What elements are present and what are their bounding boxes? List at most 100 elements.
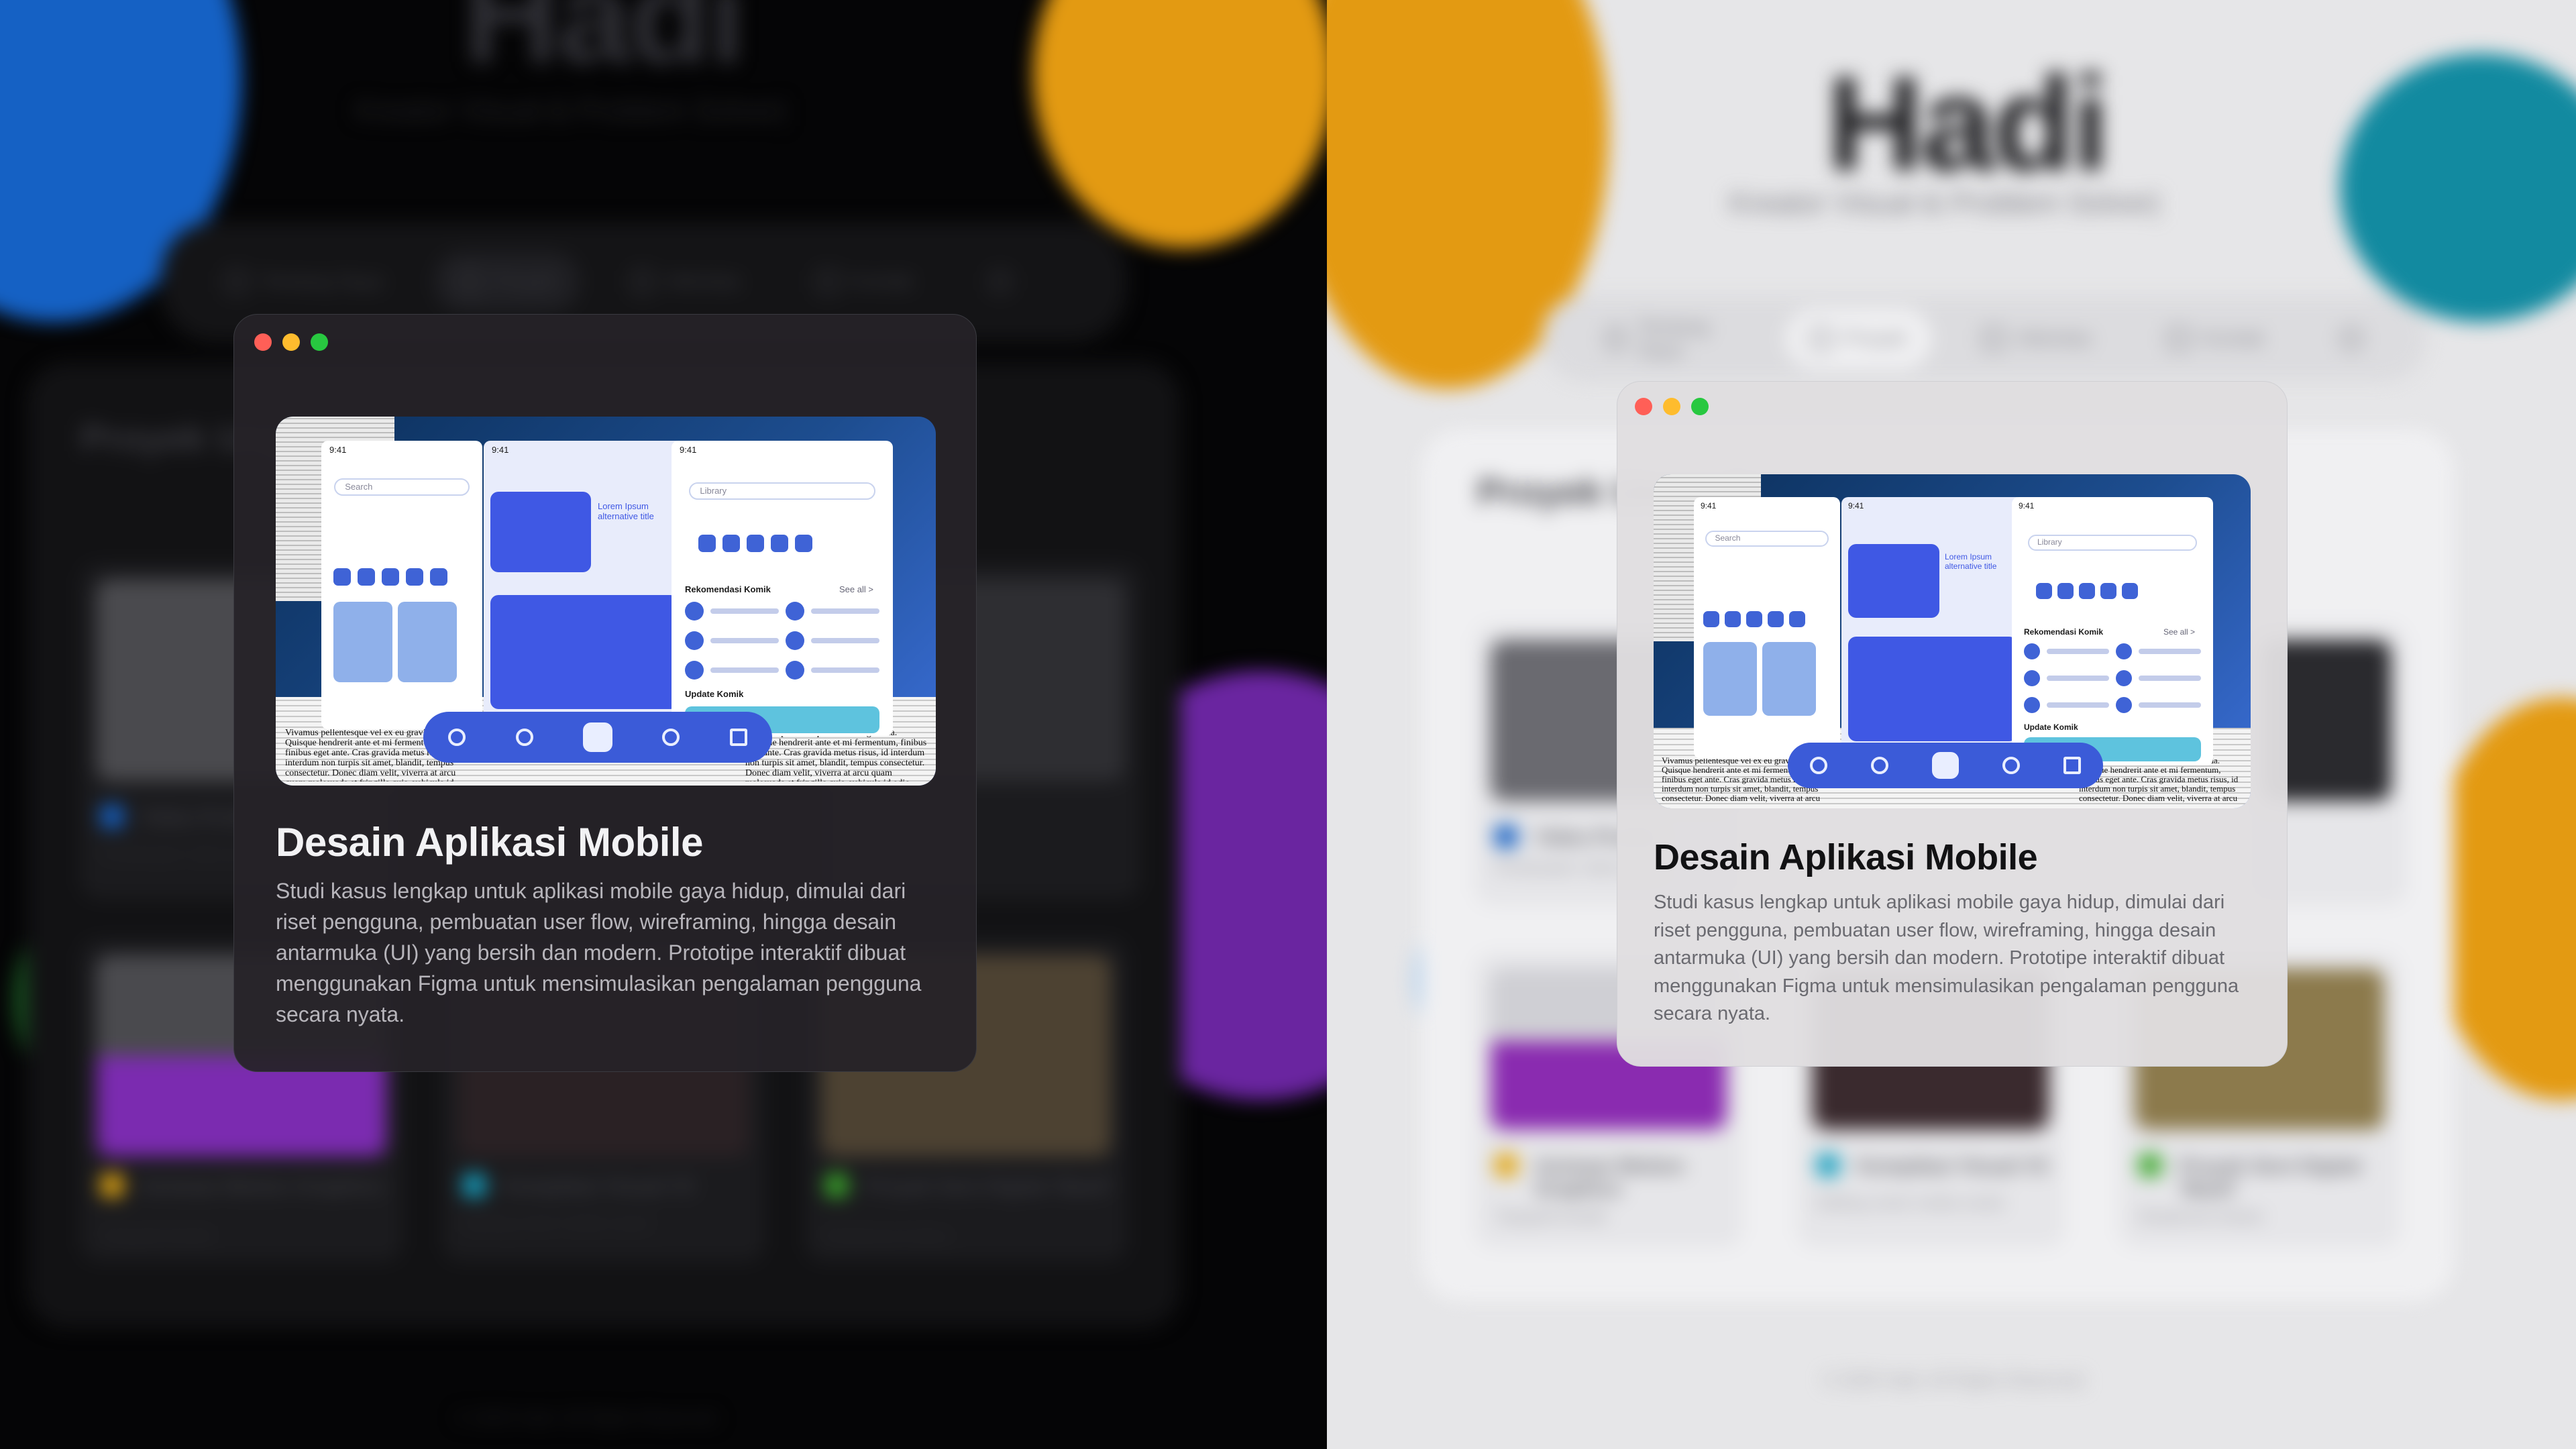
user-icon	[1606, 327, 1625, 350]
card-title: Proyek Seni Digital 'Bauli'	[2179, 1155, 2361, 1200]
project-modal-dark: Vivamus pellentesque vel ex eu gravida. …	[233, 314, 977, 1072]
preview-time: 9:41	[1701, 501, 1717, 511]
modal-description: Studi kasus lengkap untuk aplikasi mobil…	[276, 879, 922, 1026]
nav-label: Proyek	[493, 270, 556, 292]
preview-see-all: See all >	[839, 584, 873, 594]
home-icon	[1931, 752, 1959, 779]
menu-icon	[729, 729, 747, 746]
preview-library: Library	[2037, 537, 2062, 547]
hero-title: Hadi	[463, 0, 745, 91]
card-subtitle: Eksplorasi kolase	[2139, 1208, 2264, 1226]
moon-icon	[988, 270, 1012, 293]
nav-tentang-saya[interactable]: Tentang Saya	[1582, 297, 1759, 380]
amber-blob	[1033, 0, 1327, 248]
preview-section-update: Update Komik	[2024, 722, 2078, 732]
nav-kontak[interactable]: Kontak	[792, 252, 938, 312]
nav-label: Tentang Saya	[260, 270, 384, 292]
explore-icon	[1870, 757, 1888, 774]
card-subtitle: Tipografi kinetik	[101, 1228, 213, 1246]
nav-proyek[interactable]: Proyek	[434, 252, 580, 312]
card-icon	[2139, 1154, 2161, 1177]
hero-title: Hadi	[1827, 49, 2109, 199]
nav-proyek[interactable]: Proyek	[1785, 309, 1931, 369]
footer-text: © 2025 Hadi. All Rights Reserved.	[1823, 1370, 2088, 1390]
sun-icon	[2340, 327, 2363, 350]
preview-phone-center: 9:41 Lorem Ipsum alternative title	[484, 441, 685, 736]
card-subtitle: Editing untuk media sosial	[463, 1214, 650, 1232]
theme-toggle-button[interactable]	[965, 252, 1036, 312]
maximize-button[interactable]	[311, 333, 328, 351]
user-icon	[225, 270, 248, 293]
preview-phone-left: 9:41 Search	[321, 441, 482, 729]
minimize-button[interactable]	[282, 333, 300, 351]
preview-time: 9:41	[329, 445, 347, 455]
nav-tentang-saya[interactable]: Tentang Saya	[201, 252, 407, 312]
card-subtitle: Editing untuk media sosial	[1817, 1194, 2004, 1212]
preview-bottom-nav	[1788, 743, 2103, 788]
history-icon	[2002, 757, 2021, 774]
explore-icon	[515, 729, 533, 746]
nav-kontak[interactable]: Kontak	[2143, 309, 2289, 369]
card-title: Proyek Seni Digital 'Bauli'	[865, 1175, 1112, 1197]
theme-toggle-button[interactable]	[2316, 309, 2387, 369]
project-preview-image: Vivamus pellentesque vel ex eu gravida. …	[276, 417, 936, 786]
modal-title: Desain Aplikasi Mobile	[276, 820, 703, 865]
minimize-button[interactable]	[1663, 398, 1680, 415]
window-controls	[1635, 398, 1709, 415]
preview-phone-right: 9:41 Library Rekomendasi Komik See all >…	[2012, 497, 2213, 765]
preview-section-update: Update Komik	[685, 689, 744, 699]
window-controls	[254, 333, 328, 351]
nav-label: Aktivitas	[665, 270, 741, 292]
preview-library: Library	[700, 486, 727, 496]
maximize-button[interactable]	[1691, 398, 1709, 415]
menu-icon	[2063, 757, 2082, 774]
nav-label: Kontak	[2202, 327, 2265, 350]
card-icon	[825, 1174, 848, 1197]
project-preview-image: Vivamus pellentesque vel ex eu gravida. …	[1654, 474, 2251, 808]
card-title: Kompilasi Visual V3	[1857, 1155, 2048, 1177]
nav-aktivitas[interactable]: Aktivitas	[1958, 309, 2116, 369]
preview-header-text: Lorem Ipsum alternative title	[1945, 552, 1997, 571]
mail-icon	[816, 270, 839, 293]
light-theme-panel: Hadi Kreator Visual & Problem Solver| Te…	[1327, 0, 2576, 1449]
teal-blob	[2340, 54, 2576, 322]
preview-header-text: Lorem Ipsum alternative title	[598, 501, 654, 521]
preview-lorem-right: Vivamus pellentesque vel ex eu gravida. …	[745, 728, 927, 782]
preview-search: Search	[1715, 533, 1741, 543]
top-navbar: Tentang Saya Proyek Aktivitas Kontak	[1542, 295, 2427, 382]
preview-time: 9:41	[492, 445, 509, 455]
modal-title: Desain Aplikasi Mobile	[1654, 837, 2038, 877]
card-icon	[1495, 825, 1517, 848]
dark-theme-panel: Hadi Kreator Visual & Problem Solver| Te…	[0, 0, 1327, 1449]
card-icon	[463, 1174, 486, 1197]
card-subtitle: Tipografi kinetik	[1495, 1208, 1607, 1226]
activity-icon	[1982, 327, 2005, 350]
preview-section-recommend: Rekomendasi Komik	[685, 584, 771, 594]
card-title: Animasi Motion Graphics	[141, 1175, 384, 1197]
close-button[interactable]	[254, 333, 272, 351]
hero-subtitle: Kreator Visual & Problem Solver|	[356, 94, 786, 127]
card-icon	[1495, 1154, 1517, 1177]
card-icon	[1817, 1154, 1839, 1177]
search-icon	[1809, 757, 1827, 774]
preview-section-recommend: Rekomendasi Komik	[2024, 627, 2104, 637]
card-icon	[101, 805, 123, 828]
preview-search: Search	[345, 482, 373, 492]
folder-icon	[458, 270, 482, 293]
card-title: Animasi Motion Graphics	[1535, 1155, 1685, 1200]
nav-label: Aktivitas	[2017, 327, 2092, 350]
preview-phone-left: 9:41 Search	[1694, 497, 1840, 759]
card-icon	[101, 1174, 123, 1197]
close-button[interactable]	[1635, 398, 1652, 415]
mail-icon	[2167, 327, 2190, 350]
preview-time: 9:41	[1848, 501, 1864, 511]
home-icon	[582, 722, 612, 752]
history-icon	[662, 729, 680, 746]
preview-phone-center: 9:41 Lorem Ipsum alternative title	[1841, 497, 2024, 765]
footer-text: © 2025 Hadi. All Rights Reserved.	[456, 1407, 720, 1428]
activity-icon	[631, 270, 654, 293]
card-title: Kompilasi Visual V3	[503, 1175, 694, 1197]
nav-label: Kontak	[851, 270, 914, 292]
nav-aktivitas[interactable]: Aktivitas	[607, 252, 765, 312]
preview-time: 9:41	[2019, 501, 2035, 511]
